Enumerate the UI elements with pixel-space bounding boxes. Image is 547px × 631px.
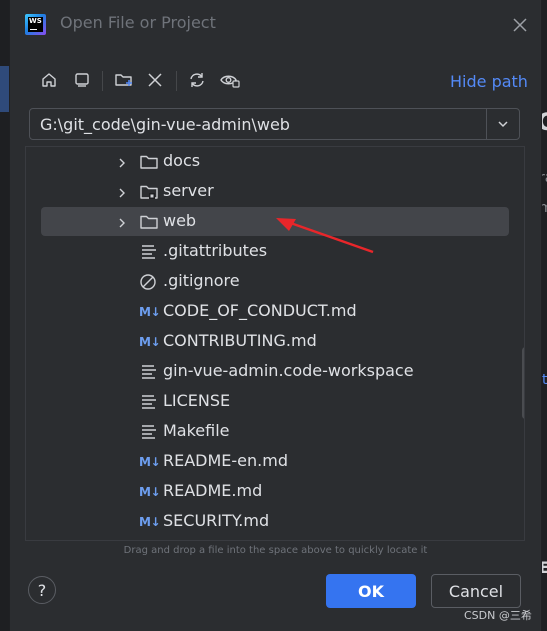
refresh-button[interactable] <box>183 66 211 94</box>
path-combobox <box>29 108 520 140</box>
tree-row-label: Makefile <box>163 421 230 440</box>
tree-file-row[interactable]: .gitignore <box>26 267 524 297</box>
folder-icon <box>139 153 159 171</box>
home-button[interactable] <box>35 66 63 94</box>
text-file-icon <box>139 423 159 441</box>
folder-icon <box>139 213 159 231</box>
markdown-icon: M↓ <box>139 485 161 499</box>
path-history-dropdown[interactable] <box>486 109 519 139</box>
desktop-icon <box>75 73 89 87</box>
webstorm-logo-icon: WS <box>25 14 46 35</box>
tree-row-label: .gitattributes <box>163 241 268 260</box>
text-file-icon <box>139 363 159 381</box>
tree-row-label: LICENSE <box>163 391 231 410</box>
path-input[interactable] <box>40 109 480 139</box>
tree-row-label: server <box>163 181 214 200</box>
ok-button[interactable]: OK <box>326 574 416 608</box>
tree-file-row[interactable]: M↓ README.md <box>26 477 524 507</box>
close-icon <box>513 18 527 32</box>
tree-row-label: gin-vue-admin.code-workspace <box>163 361 414 380</box>
tree-row-label: docs <box>163 151 201 170</box>
show-hidden-icon <box>220 75 240 88</box>
markdown-icon: M↓ <box>139 455 161 469</box>
markdown-icon: M↓ <box>139 305 161 319</box>
refresh-icon <box>190 73 204 87</box>
new-folder-icon <box>115 74 132 86</box>
markdown-icon: M↓ <box>139 335 161 349</box>
title-bar: WS Open File or Project <box>10 0 541 50</box>
close-button[interactable] <box>509 14 531 36</box>
tree-file-row[interactable]: M↓ CODE_OF_CONDUCT.md <box>26 297 524 327</box>
tree-row-label: web <box>163 211 197 230</box>
delete-button[interactable] <box>141 66 169 94</box>
selection-highlight <box>41 207 509 236</box>
chevron-right-icon[interactable] <box>115 185 129 199</box>
background-strip <box>0 66 9 112</box>
tree-file-row[interactable]: LICENSE <box>26 387 524 417</box>
ignore-file-icon <box>139 273 159 291</box>
file-tree[interactable]: docs server web .gitattributes .gitignore M↓ C… <box>25 146 525 541</box>
text-file-icon <box>139 393 159 411</box>
markdown-icon: M↓ <box>139 515 161 529</box>
open-file-dialog: WS Open File or Project Hide path G:\git… <box>9 0 542 631</box>
delete-icon <box>148 73 162 87</box>
module-folder-icon <box>139 183 159 201</box>
tree-file-row[interactable]: M↓ CONTRIBUTING.md <box>26 327 524 357</box>
dialog-title: Open File or Project <box>60 13 216 32</box>
tree-row-label: .gitignore <box>163 271 240 290</box>
toolbar-separator <box>102 71 103 91</box>
tree-file-row[interactable]: M↓ SECURITY.md <box>26 507 524 537</box>
cancel-button[interactable]: Cancel <box>431 574 521 608</box>
chevron-right-icon[interactable] <box>115 155 129 169</box>
tree-row-label: README.md <box>163 481 263 500</box>
desktop-button[interactable] <box>68 66 96 94</box>
tree-row-label: CODE_OF_CONDUCT.md <box>163 301 357 320</box>
text-file-icon <box>139 243 159 261</box>
chevron-right-icon[interactable] <box>115 215 129 229</box>
tree-file-row[interactable]: gin-vue-admin.code-workspace <box>26 357 524 387</box>
tree-folder-row[interactable]: docs <box>26 147 524 177</box>
tree-file-row[interactable]: .gitattributes <box>26 237 524 267</box>
toolbar-separator <box>176 71 177 91</box>
tree-scrollbar[interactable] <box>522 347 524 419</box>
tree-row-label: README-en.md <box>163 451 288 470</box>
tree-folder-row[interactable]: web <box>26 207 524 237</box>
tree-row-label: SECURITY.md <box>163 511 270 530</box>
csdn-watermark: CSDN @三希 <box>464 609 532 622</box>
background-letter: t <box>542 372 547 388</box>
help-button[interactable]: ? <box>28 576 56 604</box>
tree-file-row[interactable]: Makefile <box>26 417 524 447</box>
tree-row-label: CONTRIBUTING.md <box>163 331 317 350</box>
home-icon <box>42 73 56 87</box>
drag-drop-hint: Drag and drop a file into the space abov… <box>123 545 428 556</box>
tree-file-row[interactable]: M↓ README-en.md <box>26 447 524 477</box>
tree-folder-row[interactable]: server <box>26 177 524 207</box>
show-hidden-button[interactable] <box>216 66 244 94</box>
hide-path-link[interactable]: Hide path <box>450 72 528 91</box>
new-folder-button[interactable] <box>110 66 138 94</box>
chevron-down-icon <box>498 121 508 128</box>
